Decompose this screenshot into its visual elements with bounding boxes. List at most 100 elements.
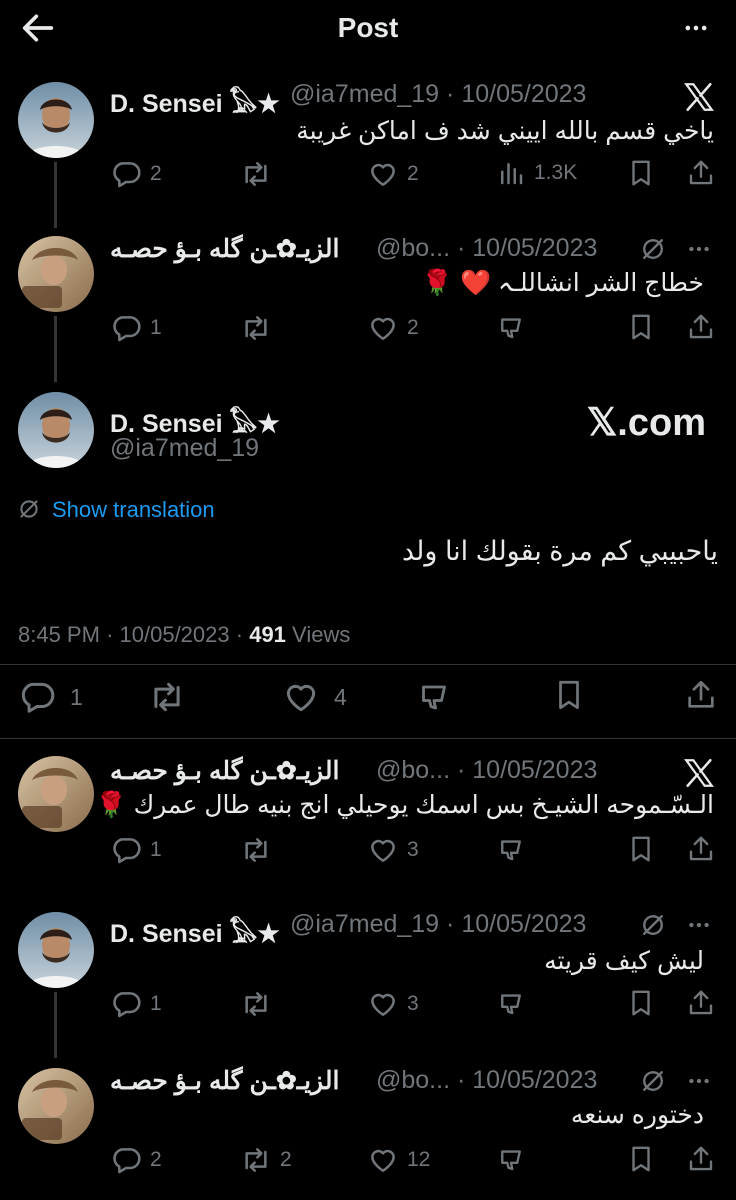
x-com-watermark: 𝕏.com [586,402,706,444]
author-name[interactable]: الزيـ✿ـن گله بـؤ حصـه [110,1066,339,1096]
reply-button[interactable]: 1 [110,988,162,1020]
repost-button[interactable] [240,834,280,866]
share-button[interactable] [686,988,716,1018]
repost-icon [148,678,186,716]
like-icon [367,158,399,190]
like-icon [282,678,320,716]
downvote-button[interactable] [496,988,526,1018]
repost-button[interactable]: 2 [240,1144,292,1176]
like-button[interactable]: 3 [367,834,419,866]
show-translation-link[interactable]: Show translation [52,497,215,523]
repost-icon [240,158,272,190]
post-text: خطاج الشر انشاللـہ ❤️ 🌹 [421,269,704,297]
reply-button[interactable]: 1 [110,834,162,866]
share-icon [684,678,718,712]
reply-icon [110,312,142,344]
page-title: Post [337,12,399,43]
repost-button[interactable] [240,312,280,344]
repost-button[interactable] [148,678,194,716]
share-button[interactable] [686,834,716,864]
divider [0,664,736,665]
like-button[interactable]: 12 [367,1144,430,1176]
share-button[interactable] [686,1144,716,1174]
action-count: 2 [150,1148,162,1171]
post-date[interactable]: 10/05/2023 [472,1066,597,1094]
downvote-button[interactable] [496,834,526,864]
more-icon [678,14,714,42]
author-handle[interactable]: @bo... [376,756,450,784]
like-icon [367,312,399,344]
avatar[interactable] [18,1068,94,1144]
post-date[interactable]: 10/05/2023 [472,234,597,262]
downvote-button[interactable] [496,312,526,342]
author-name[interactable]: الزيـ✿ـن گله بـؤ حصـه [110,756,339,786]
views-count[interactable]: 491 [249,622,286,647]
author-handle[interactable]: @bo... [376,1066,450,1094]
post-date[interactable]: 10/05/2023 [461,910,586,938]
share-icon [686,834,716,864]
author-handle[interactable]: @ia7med_19 [290,80,439,108]
reply-button[interactable]: 2 [110,158,162,190]
translate-icon[interactable] [638,234,668,269]
like-button[interactable]: 4 [282,678,347,716]
bookmark-button[interactable] [626,988,656,1018]
reply-icon [110,158,142,190]
translate-icon[interactable] [638,910,668,945]
avatar[interactable] [18,236,94,312]
more-icon[interactable] [684,1068,714,1099]
post-text: ياحبيبي كم مرة بقولك انا ولد [402,536,718,566]
repost-button[interactable] [240,988,280,1020]
reply-icon [110,1144,142,1176]
reply-button[interactable]: 2 [110,1144,162,1176]
bookmark-button[interactable] [626,1144,656,1174]
author-name[interactable]: D. Sensei 𓅃★ [110,80,280,121]
like-icon [367,988,399,1020]
repost-icon [240,988,272,1020]
share-button[interactable] [686,158,716,188]
avatar[interactable] [18,756,94,832]
more-icon[interactable] [684,912,714,943]
downvote-button[interactable] [416,678,452,714]
bookmark-button[interactable] [626,158,656,188]
author-handle[interactable]: @ia7med_19 [110,434,259,463]
avatar[interactable] [18,392,94,468]
reply-button[interactable]: 1 [18,678,83,716]
bookmark-button[interactable] [626,312,656,342]
author-handle[interactable]: @ia7med_19 [290,910,439,938]
share-button[interactable] [686,312,716,342]
action-count: 1 [150,838,162,861]
author-name[interactable]: D. Sensei 𓅃★ [110,910,280,951]
views-button[interactable]: 1.3K [496,158,577,188]
bookmark-icon [626,988,656,1018]
action-count: 2 [407,162,419,185]
post-meta: @bo... · 10/05/2023 [376,756,598,784]
repost-icon [240,1144,272,1176]
reply-button[interactable]: 1 [110,312,162,344]
thread-line [54,162,57,228]
post-time[interactable]: 8:45 PM [18,622,100,647]
bookmark-button[interactable] [552,678,586,712]
post-date[interactable]: 10/05/2023 [472,756,597,784]
share-icon [686,312,716,342]
share-button[interactable] [684,678,718,712]
repost-button[interactable] [240,158,280,190]
downvote-button[interactable] [496,1144,526,1174]
author-handle[interactable]: @bo... [376,234,450,262]
downvote-icon [496,988,526,1018]
more-icon[interactable] [684,236,714,267]
like-button[interactable]: 3 [367,988,419,1020]
downvote-icon [496,312,526,342]
avatar[interactable] [18,912,94,988]
share-icon [686,158,716,188]
author-name[interactable]: الزيـ✿ـن گله بـؤ حصـه [110,234,339,264]
like-button[interactable]: 2 [367,158,419,190]
bookmark-icon [626,158,656,188]
more-button[interactable] [678,14,714,42]
post-date[interactable]: 10/05/2023 [461,80,586,108]
translate-icon[interactable] [638,1066,668,1101]
post-date[interactable]: 10/05/2023 [120,622,230,647]
avatar[interactable] [18,82,94,158]
like-button[interactable]: 2 [367,312,419,344]
bookmark-button[interactable] [626,834,656,864]
bookmark-icon [552,678,586,712]
